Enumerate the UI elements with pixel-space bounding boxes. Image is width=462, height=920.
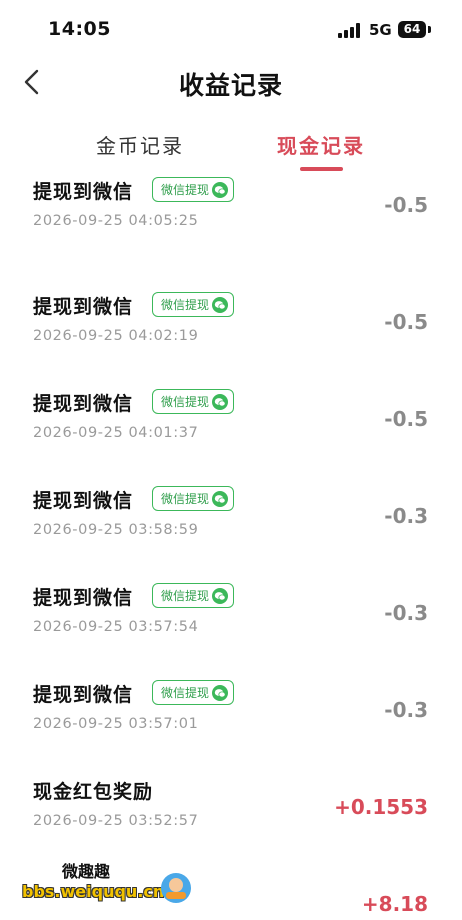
wechat-icon xyxy=(212,297,228,313)
wechat-icon xyxy=(212,394,228,410)
watermark-url: bbs.weiququ.cn xyxy=(22,882,165,901)
badge-label: 微信提现 xyxy=(161,298,210,312)
record-time: 2026-09-25 03:57:54 xyxy=(33,619,199,635)
list-item: 现金红包奖励 2026-09-25 03:52:57 +0.1553 xyxy=(0,735,462,832)
status-bar: 14:05 5G 64 xyxy=(0,0,462,60)
wechat-withdraw-badge: 微信提现 xyxy=(152,389,234,414)
badge-label: 微信提现 xyxy=(161,183,210,197)
record-amount: -0.5 xyxy=(384,193,428,217)
records-list[interactable]: 提现到微信 微信提现 2026-09-25 04:05:25 -0.5 提现到微… xyxy=(0,175,462,920)
record-amount: -0.3 xyxy=(384,601,428,625)
wechat-withdraw-badge: 微信提现 xyxy=(152,486,234,511)
list-item: 提现到微信 微信提现 2026-09-25 04:05:25 -0.5 xyxy=(0,175,462,250)
wechat-icon xyxy=(212,685,228,701)
battery-icon: 64 xyxy=(398,21,426,38)
record-amount: +8.18 xyxy=(361,892,428,916)
record-title: 提现到微信 xyxy=(33,587,134,609)
wechat-icon xyxy=(212,182,228,198)
record-amount: +0.1553 xyxy=(334,795,428,819)
record-amount: -0.5 xyxy=(384,407,428,431)
record-title: 提现到微信 xyxy=(33,393,134,415)
list-item: 提现到微信 微信提现 2026-09-25 04:02:19 -0.5 xyxy=(0,250,462,347)
record-time: 2026-09-25 04:01:37 xyxy=(33,425,199,441)
watermark: 微趣趣 bbs.weiququ.cn xyxy=(22,858,202,913)
wechat-icon xyxy=(212,588,228,604)
tab-cash-records[interactable]: 现金记录 xyxy=(277,130,365,159)
record-time: 2026-09-25 03:52:57 xyxy=(33,813,199,829)
active-tab-indicator xyxy=(300,167,343,171)
battery-tip xyxy=(428,26,431,33)
badge-label: 微信提现 xyxy=(161,589,210,603)
wechat-withdraw-badge: 微信提现 xyxy=(152,583,234,608)
list-item: 提现到微信 微信提现 2026-09-25 03:57:54 -0.3 xyxy=(0,541,462,638)
badge-label: 微信提现 xyxy=(161,492,210,506)
record-time: 2026-09-25 04:02:19 xyxy=(33,328,199,344)
list-item: 提现到微信 微信提现 2026-09-25 03:58:59 -0.3 xyxy=(0,444,462,541)
list-item: 提现到微信 微信提现 2026-09-25 03:57:01 -0.3 xyxy=(0,638,462,735)
nav-bar: 收益记录 xyxy=(0,60,462,110)
record-title: 提现到微信 xyxy=(33,490,134,512)
tab-bar: 金币记录 现金记录 xyxy=(0,125,462,175)
record-amount: -0.3 xyxy=(384,504,428,528)
wechat-withdraw-badge: 微信提现 xyxy=(152,680,234,705)
badge-label: 微信提现 xyxy=(161,395,210,409)
status-time: 14:05 xyxy=(48,18,111,40)
watermark-title: 微趣趣 xyxy=(62,862,111,881)
wechat-withdraw-badge: 微信提现 xyxy=(152,292,234,317)
network-type: 5G xyxy=(369,21,392,39)
record-title: 现金红包奖励 xyxy=(33,781,154,803)
record-amount: -0.5 xyxy=(384,310,428,334)
record-time: 2026-09-25 04:05:25 xyxy=(33,213,199,229)
record-title: 提现到微信 xyxy=(33,296,134,318)
record-time: 2026-09-25 03:57:01 xyxy=(33,716,199,732)
wechat-icon xyxy=(212,491,228,507)
wechat-withdraw-badge: 微信提现 xyxy=(152,177,234,202)
tab-coin-records[interactable]: 金币记录 xyxy=(96,130,184,159)
mascot-logo-icon xyxy=(161,873,191,903)
record-title: 提现到微信 xyxy=(33,181,134,203)
record-amount: -0.3 xyxy=(384,698,428,722)
list-item: 提现到微信 微信提现 2026-09-25 04:01:37 -0.5 xyxy=(0,347,462,444)
record-title: 提现到微信 xyxy=(33,684,134,706)
page-title: 收益记录 xyxy=(178,71,283,100)
badge-label: 微信提现 xyxy=(161,686,210,700)
record-time: 2026-09-25 03:58:59 xyxy=(33,522,199,538)
signal-icon xyxy=(338,22,362,38)
